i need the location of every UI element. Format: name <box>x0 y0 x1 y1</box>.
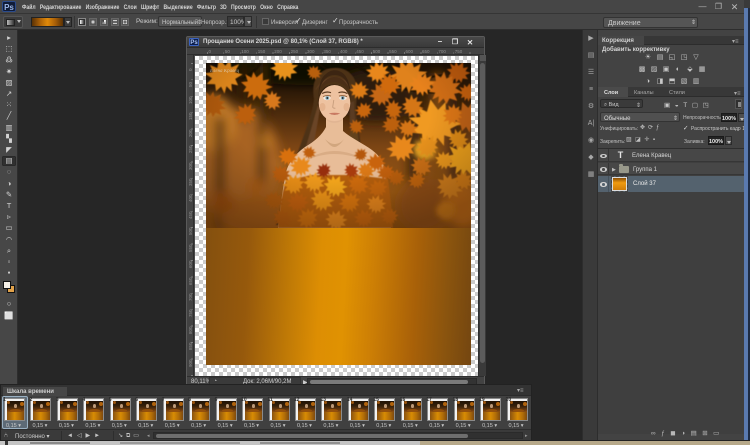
svg-text:Елена Кравец: Елена Кравец <box>209 69 240 74</box>
